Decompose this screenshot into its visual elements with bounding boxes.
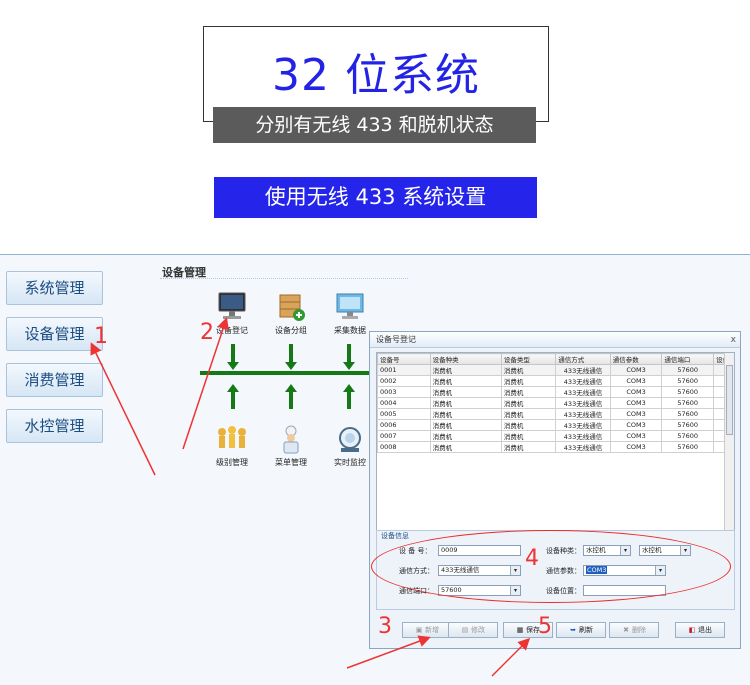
page: 32 位系统 分别有无线 433 和脱机状态 使用无线 433 系统设置 系统管… bbox=[0, 0, 750, 685]
annotation-number-3: 3 bbox=[378, 614, 392, 639]
annotation-number-5: 5 bbox=[538, 614, 552, 639]
arrow-1 bbox=[90, 342, 156, 476]
annotation-arrows bbox=[90, 317, 531, 677]
arrow-3 bbox=[346, 635, 431, 669]
arrow-5 bbox=[491, 637, 531, 677]
annotation-number-4: 4 bbox=[525, 546, 539, 571]
annotation-number-2: 2 bbox=[200, 320, 214, 345]
annotation-number-1: 1 bbox=[94, 324, 108, 349]
